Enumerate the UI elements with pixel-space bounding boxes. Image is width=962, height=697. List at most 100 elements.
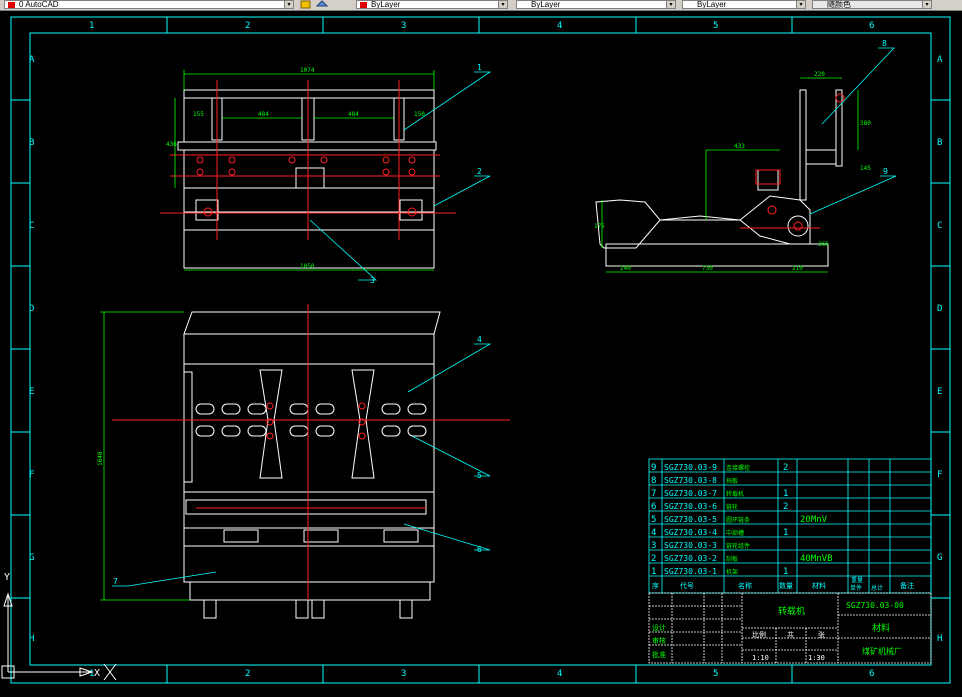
chevron-down-icon[interactable]: ▾ — [922, 1, 931, 8]
drawing-canvas[interactable]: 1 2 3 4 5 6 1 2 3 4 5 6 A B C D E F G H … — [0, 10, 962, 690]
dim-side-5: 175 — [594, 223, 605, 230]
layer-control[interactable]: 0 AutoCAD ▾ — [4, 0, 294, 9]
front-view-red — [112, 304, 510, 600]
bom-row-5-name: 圆环链条 — [726, 516, 750, 524]
title-company: 煤矿机械厂 — [862, 646, 902, 656]
zone-row-g-left: G — [29, 553, 34, 563]
title-sheet-a: 共 — [787, 630, 794, 639]
linetype-control-label: ByLayer — [531, 0, 561, 9]
zone-row-b-right: B — [937, 138, 942, 148]
zone-row-e-right: E — [937, 387, 942, 397]
lineweight-control[interactable]: ByLayer ▾ — [682, 0, 806, 9]
zone-row-c-left: C — [29, 221, 34, 231]
balloon-9: 9 — [883, 167, 888, 176]
layer-color-swatch — [8, 2, 15, 8]
zone-row-b-left: B — [29, 138, 34, 148]
dim-top-left: 155 — [193, 111, 204, 118]
dim-side-8: 210 — [792, 265, 803, 272]
dim-side-6: 240 — [620, 265, 631, 272]
lineweight-control-label: ByLayer — [697, 0, 727, 9]
bom-row-9-name: 机架 — [726, 568, 738, 576]
balloon-6: 6 — [477, 545, 482, 554]
chevron-down-icon[interactable]: ▾ — [666, 1, 675, 8]
bom-row-3-name: 转载机 — [726, 490, 744, 498]
dim-side-1: 220 — [814, 71, 825, 78]
bom-row-4-qty: 2 — [783, 502, 788, 512]
dim-side-7: 730 — [702, 265, 713, 272]
status-bar — [0, 690, 962, 697]
zone-row-g-right: G — [937, 553, 942, 563]
bom-header-code: 代号 — [680, 581, 694, 590]
dim-front-width: 1050 — [300, 263, 315, 270]
dim-side-3: 433 — [734, 143, 745, 150]
layer-previous-icon[interactable] — [316, 0, 328, 9]
bom-row-6-code: SGZ730.03-4 — [664, 528, 717, 537]
balloon-4: 4 — [477, 335, 482, 344]
bom-row-1-code: SGZ730.03-9 — [664, 463, 717, 472]
bom-row-8-code: SGZ730.03-2 — [664, 554, 717, 563]
dim-side-4: 145 — [860, 165, 871, 172]
bom-row-8-name: 刮板 — [726, 555, 738, 563]
dim-top-spacing-2: 484 — [348, 111, 359, 118]
dim-front-height: 1648 — [97, 451, 104, 466]
bom-row-4-name: 链轮 — [726, 503, 738, 511]
bom-row-6-no: 4 — [651, 528, 656, 538]
linetype-control[interactable]: ByLayer ▾ — [516, 0, 676, 9]
balloon-3: 3 — [370, 276, 375, 285]
top-view-red — [160, 80, 456, 240]
zone-col-4-top: 4 — [557, 21, 562, 31]
plotstyle-control[interactable]: 随颜色 ▾ — [812, 0, 932, 9]
side-view — [595, 89, 843, 267]
layer-control-label: 0 AutoCAD — [19, 0, 59, 9]
zone-row-h-left: H — [29, 634, 34, 644]
layer-states-icon[interactable] — [300, 0, 312, 9]
dim-top-width: 1074 — [300, 67, 315, 74]
chevron-down-icon[interactable]: ▾ — [498, 1, 507, 8]
dim-top-height: 436 — [166, 141, 177, 148]
bom-header-name: 名称 — [738, 581, 752, 590]
title-material: 材料 — [872, 622, 890, 634]
chevron-down-icon[interactable]: ▾ — [796, 1, 805, 8]
bom-row-9-qty: 1 — [783, 567, 788, 577]
bom-header-subheader: 重量 — [851, 576, 863, 584]
zone-col-6-bottom: 6 — [869, 669, 874, 679]
zone-col-4-bottom: 4 — [557, 669, 562, 679]
zone-row-c-right: C — [937, 221, 942, 231]
bom-row-8-no: 2 — [651, 554, 656, 564]
zone-row-d-right: D — [937, 304, 942, 314]
dim-top-spacing-1: 484 — [258, 111, 269, 118]
front-view-dims — [100, 311, 190, 601]
color-swatch — [360, 2, 367, 8]
parts-list-text: 9 SGZ730.03-9 连接螺栓 2 8 SGZ730.03-8 挡板 7 … — [651, 463, 914, 592]
bom-row-3-qty: 1 — [783, 489, 788, 499]
bom-row-2-code: SGZ730.03-8 — [664, 476, 717, 485]
color-control[interactable]: ByLayer ▾ — [356, 0, 508, 9]
title-drawing-name: 转载机 — [778, 605, 805, 617]
zone-col-5-top: 5 — [713, 21, 718, 31]
zone-row-e-left: E — [29, 387, 34, 397]
bom-header-qty: 数量 — [779, 581, 793, 590]
bom-row-3-code: SGZ730.03-7 — [664, 489, 717, 498]
balloon-7: 7 — [113, 577, 118, 586]
bom-row-7-no: 3 — [651, 541, 656, 551]
chevron-down-icon[interactable]: ▾ — [284, 1, 293, 8]
zone-col-6-top: 6 — [869, 21, 874, 31]
bom-row-9-no: 1 — [651, 567, 656, 577]
zone-row-f-left: F — [29, 470, 34, 480]
plotstyle-control-label: 随颜色 — [827, 0, 851, 9]
zone-col-2-top: 2 — [245, 21, 250, 31]
dim-side-9: 265 — [818, 241, 829, 248]
title-scale-label: 比例 — [752, 630, 766, 639]
zone-col-3-top: 3 — [401, 21, 406, 31]
zone-row-f-right: F — [937, 470, 942, 480]
bom-row-7-code: SGZ730.03-3 — [664, 541, 717, 550]
zone-row-d-left: D — [29, 304, 34, 314]
zone-col-2-bottom: 2 — [245, 669, 250, 679]
balloon-2: 2 — [477, 167, 482, 176]
ucs-y-label: Y — [4, 572, 10, 583]
title-weight: 1:30 — [808, 654, 825, 662]
dim-side-2: 380 — [860, 120, 871, 127]
front-view — [183, 311, 441, 619]
bom-row-4-code: SGZ730.03-6 — [664, 502, 717, 511]
bom-header-weight: 单件 — [850, 584, 862, 592]
